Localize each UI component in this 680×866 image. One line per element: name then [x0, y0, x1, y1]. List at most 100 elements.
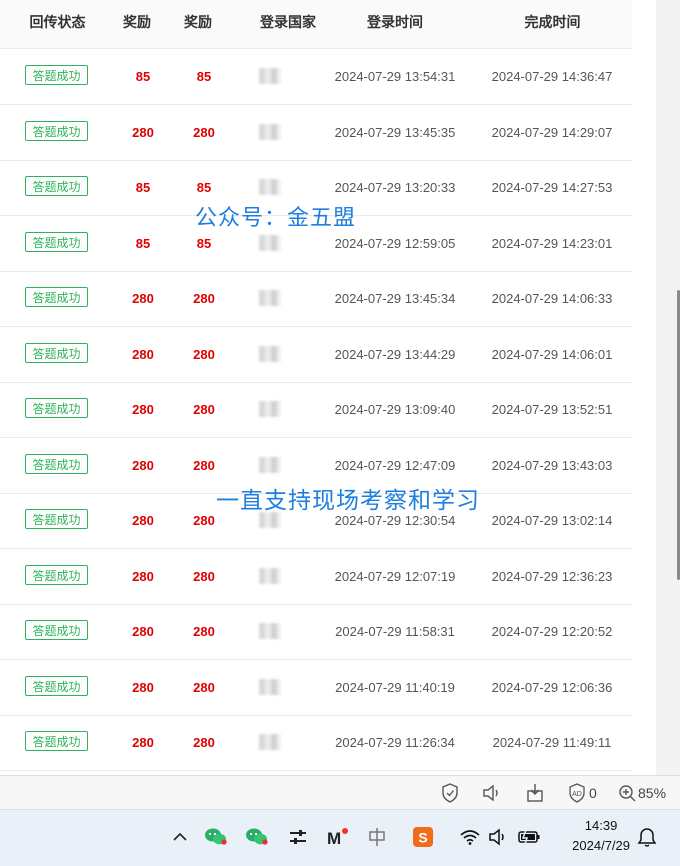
status-badge: 答题成功	[25, 731, 88, 751]
header-reward-2: 奖励	[184, 15, 212, 31]
chevron-up-icon[interactable]	[167, 824, 193, 850]
header-reward: 奖励	[123, 15, 151, 31]
windows-taskbar: M S 14:39 2024/7/29	[0, 809, 680, 866]
table-row: 答题成功 280 280 2024-07-29 13:09:40 2024-07-29 …	[0, 382, 632, 438]
table-row: 答题成功 85 85 2024-07-29 13:54:31 2024-07-29 14…	[0, 49, 632, 105]
wechat-icon[interactable]	[244, 824, 270, 850]
table-row: 答题成功 280 280 2024-07-29 13:45:34 2024-07-29 …	[0, 271, 632, 327]
login-country-redacted	[259, 123, 281, 140]
status-badge: 答题成功	[25, 342, 88, 363]
wifi-icon[interactable]	[457, 824, 483, 850]
login-country-redacted	[259, 678, 281, 695]
reward-value: 280	[132, 679, 154, 695]
table-row: 答题成功 280 280 2024-07-29 12:07:19 2024-07-29 …	[0, 549, 632, 605]
speaker-icon[interactable]	[481, 782, 503, 804]
reward-value-2: 280	[193, 735, 215, 750]
reward-value-2: 280	[193, 124, 215, 140]
adblock-indicator[interactable]: AD 0	[567, 782, 597, 804]
svg-text:M: M	[327, 829, 341, 848]
clock-date: 2024/7/29	[572, 838, 630, 853]
header-complete-time: 完成时间	[524, 15, 581, 31]
status-badge: 答题成功	[25, 564, 88, 585]
complete-time: 2024-07-29 13:02:14	[491, 513, 613, 528]
zoom-in-icon	[619, 785, 636, 802]
settings-sliders-icon[interactable]	[285, 824, 311, 850]
status-badge: 答题成功	[25, 231, 88, 252]
login-country-redacted	[259, 68, 281, 84]
table-row: 答题成功 280 280 2024-07-29 13:44:29 2024-07-29 …	[0, 327, 632, 383]
wechat-icon[interactable]	[203, 824, 229, 850]
reward-value-2: 280	[193, 568, 215, 584]
login-time: 2024-07-29 13:54:31	[334, 69, 456, 84]
reward-value: 85	[135, 235, 151, 251]
reward-value: 280	[132, 291, 154, 306]
reward-value-2: 280	[193, 346, 215, 362]
browser-status-bar: AD 0 85%	[0, 775, 680, 810]
records-page: 回传状态 奖励 奖励 登录国家 登录时间 完成时间 答题成功 85 85 2024-0…	[0, 0, 656, 775]
reward-value: 280	[132, 513, 154, 528]
complete-time: 2024-07-29 13:52:51	[491, 402, 613, 417]
system-clock[interactable]: 14:39 2024/7/29	[572, 816, 630, 856]
status-badge: 答题成功	[25, 65, 88, 85]
login-country-redacted	[259, 345, 281, 362]
status-badge: 答题成功	[25, 675, 88, 696]
login-country-redacted	[259, 734, 281, 750]
login-country-redacted	[259, 567, 281, 584]
complete-time: 2024-07-29 14:23:01	[491, 235, 613, 251]
reward-value-2: 280	[193, 402, 215, 417]
svg-text:S: S	[418, 830, 427, 846]
reward-value-2: 280	[193, 679, 215, 695]
login-time: 2024-07-29 13:09:40	[334, 402, 456, 417]
status-badge: 答题成功	[25, 453, 88, 474]
sogou-s-icon[interactable]: S	[410, 824, 436, 850]
status-badge: 答题成功	[25, 509, 88, 529]
status-badge: 答题成功	[25, 120, 88, 141]
reward-value-2: 85	[196, 69, 212, 84]
complete-time: 2024-07-29 14:36:47	[491, 69, 613, 84]
status-badge: 答题成功	[25, 176, 88, 196]
status-badge: 答题成功	[25, 620, 88, 640]
table-row: 答题成功 280 280 2024-07-29 13:45:35 2024-07-29 …	[0, 105, 632, 161]
table-row: 答题成功 280 280 2024-07-29 11:58:31 2024-07-29 …	[0, 604, 632, 660]
ime-zhong-icon[interactable]	[364, 824, 390, 850]
table-header: 回传状态 奖励 奖励 登录国家 登录时间 完成时间	[0, 0, 632, 49]
zoom-level: 85%	[638, 785, 667, 801]
zoom-control[interactable]: 85%	[618, 782, 666, 804]
complete-time: 2024-07-29 14:29:07	[491, 124, 613, 140]
status-badge: 答题成功	[25, 398, 88, 418]
mail-m-icon[interactable]: M	[324, 824, 350, 850]
reward-value: 85	[135, 69, 151, 84]
login-time: 2024-07-29 13:45:35	[334, 124, 456, 140]
login-country-redacted	[259, 290, 281, 306]
login-country-redacted	[259, 234, 281, 251]
login-time: 2024-07-29 11:26:34	[335, 735, 455, 750]
status-badge: 答题成功	[25, 287, 88, 307]
vertical-scrollbar[interactable]	[656, 0, 680, 775]
complete-time: 2024-07-29 14:06:01	[491, 346, 613, 362]
complete-time: 2024-07-29 12:36:23	[491, 568, 613, 584]
battery-icon[interactable]	[516, 824, 542, 850]
header-status: 回传状态	[29, 15, 86, 31]
reward-value: 280	[132, 124, 154, 140]
reward-value: 280	[132, 568, 154, 584]
reward-value-2: 280	[193, 291, 215, 306]
login-country-redacted	[259, 456, 281, 473]
table-row: 答题成功 280 280 2024-07-29 11:40:19 2024-07-29 …	[0, 660, 632, 716]
login-time: 2024-07-29 12:07:19	[334, 568, 456, 584]
shield-icon[interactable]	[441, 782, 459, 804]
volume-icon[interactable]	[486, 824, 512, 850]
reward-value-2: 280	[193, 624, 215, 639]
watermark-middle: 一直支持现场考察和学习	[216, 488, 480, 514]
login-country-redacted	[259, 401, 281, 417]
login-time: 2024-07-29 11:40:19	[335, 679, 455, 695]
download-icon[interactable]	[525, 782, 545, 804]
reward-value: 280	[132, 402, 154, 417]
notification-icon[interactable]	[634, 824, 660, 850]
reward-value: 85	[135, 180, 151, 195]
login-time: 2024-07-29 11:58:31	[335, 624, 455, 639]
header-login-time: 登录时间	[367, 15, 423, 31]
svg-text:AD: AD	[572, 791, 582, 798]
adblock-count: 0	[589, 785, 597, 801]
header-login-country: 登录国家	[260, 15, 316, 31]
complete-time: 2024-07-29 12:20:52	[491, 624, 613, 639]
